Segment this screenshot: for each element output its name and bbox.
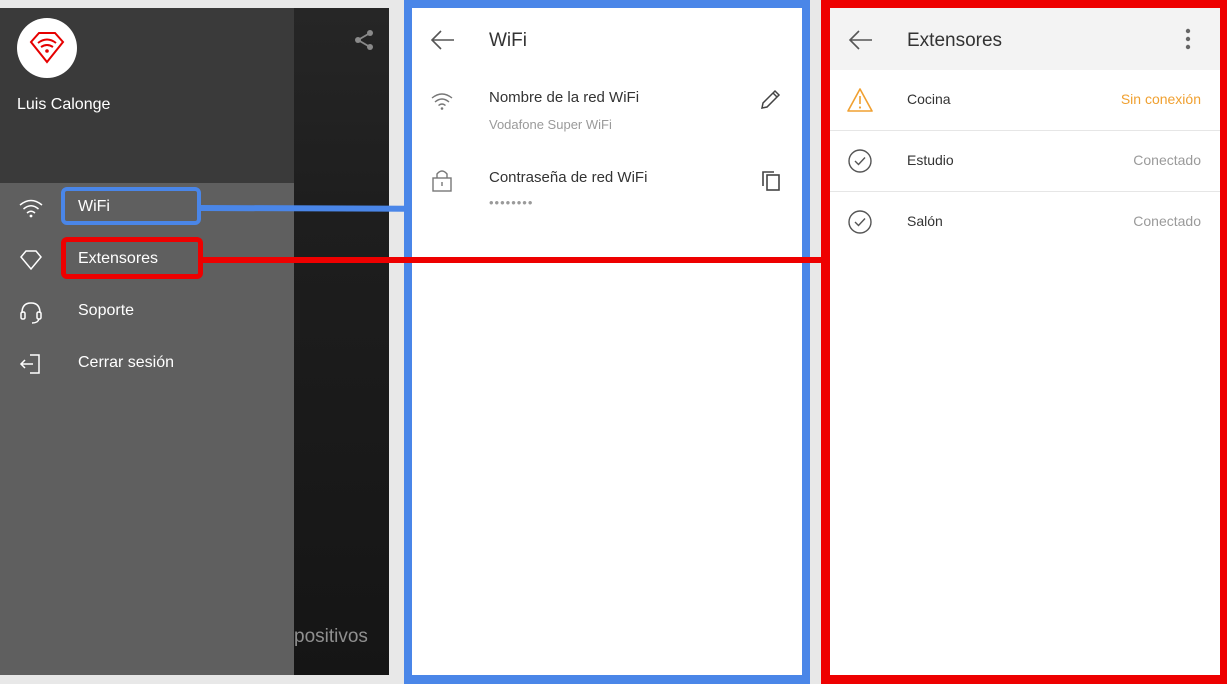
network-name-label: Nombre de la red WiFi [489,89,640,106]
background-label: positivos [294,626,368,647]
background-app [294,8,389,675]
status-text: Sin conexión [1120,91,1201,107]
check-circle-icon [848,149,872,173]
page-title: WiFi [489,30,527,51]
share-icon[interactable] [350,26,378,54]
user-name: Luis Calonge [17,96,111,113]
extender-name: Estudio [907,152,954,168]
sidebar-item-soporte[interactable]: Soporte [0,290,294,334]
more-vert-icon[interactable] [1180,26,1196,52]
sidebar-item-label: Soporte [78,302,135,319]
app-header: Extensores [830,8,1220,70]
edit-pencil-icon[interactable] [758,88,782,112]
warning-icon [847,88,873,112]
wifi-icon [431,93,453,110]
wifi-icon [19,199,43,218]
copy-icon[interactable] [760,169,782,193]
page-title: Extensores [907,30,1003,51]
sidebar-item-label: Cerrar sesión [78,354,175,371]
navigation-drawer: Luis Calonge WiFi Extensores Soporte Cer… [0,8,294,675]
drawer-screen: positivos Luis Calonge WiFi Extensores S… [0,8,389,675]
highlight-box-wifi [61,187,201,225]
check-circle-icon [848,210,872,234]
sidebar-item-cerrar-sesion[interactable]: Cerrar sesión [0,342,294,386]
password-value: •••••••• [489,195,534,210]
status-text: Conectado [1133,213,1201,229]
logout-icon [19,354,40,374]
back-arrow-icon[interactable] [429,28,457,52]
highlight-box-extensores [61,237,203,279]
network-name-value: Vodafone Super WiFi [489,117,612,132]
lock-icon [432,170,452,192]
extensores-screen: Extensores Cocina Sin conexión Estudio C… [830,8,1220,675]
diamond-wifi-logo-icon [29,32,65,64]
password-label: Contraseña de red WiFi [489,169,648,186]
extender-name: Salón [907,213,943,229]
list-item-estudio[interactable]: Estudio Conectado [830,131,1220,192]
list-item-cocina[interactable]: Cocina Sin conexión [830,70,1220,131]
extender-name: Cocina [907,91,951,107]
back-arrow-icon[interactable] [847,28,875,52]
headset-icon [20,302,42,324]
app-logo [17,18,77,78]
connector-line-red [203,257,825,263]
drawer-header: Luis Calonge [0,8,294,183]
status-text: Conectado [1133,152,1201,168]
extender-icon [20,250,42,271]
connector-line-blue [200,205,408,212]
wifi-screen: WiFi Nombre de la red WiFi Vodafone Supe… [412,8,802,675]
list-item-salon[interactable]: Salón Conectado [830,192,1220,252]
